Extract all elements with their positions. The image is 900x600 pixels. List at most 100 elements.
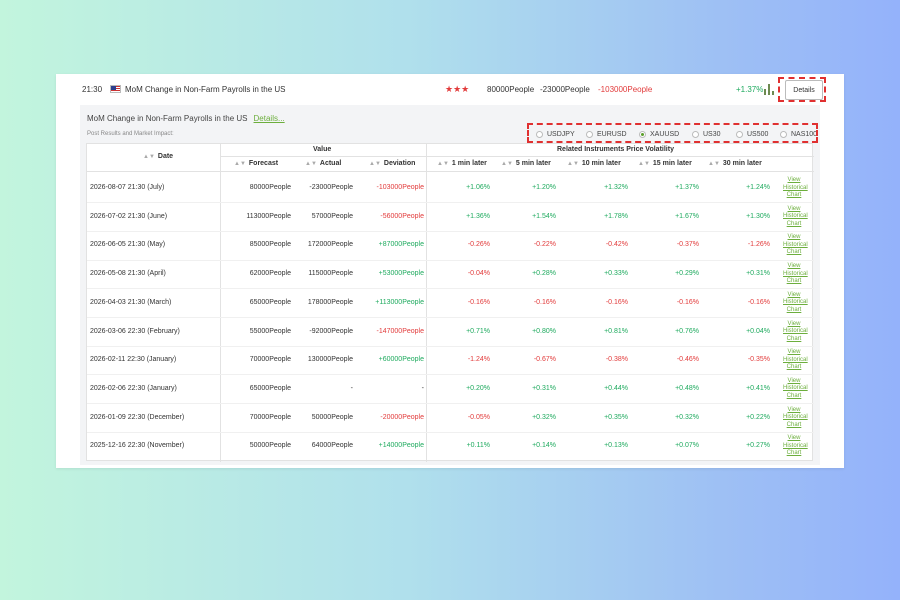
- view-historical-chart-link[interactable]: View Historical Chart: [783, 435, 808, 458]
- header-deviation[interactable]: ▲▼ Deviation: [369, 160, 415, 167]
- cell-date: 2026-03-06 22:30 (February): [90, 327, 180, 335]
- table-row: 2025-12-16 22:30 (November) 50000People 64…: [87, 432, 814, 460]
- view-historical-chart-link[interactable]: View Historical Chart: [783, 234, 808, 257]
- table-row: 2026-05-08 21:30 (April) 62000People 11500…: [87, 260, 814, 290]
- table-row: 2026-08-07 21:30 (July) 80000People -23000…: [87, 174, 814, 204]
- history-table: ▲▼ Date Value Related Instruments Price V…: [86, 143, 814, 462]
- view-historical-chart-link[interactable]: View Historical Chart: [783, 177, 808, 200]
- cell-10min: +0.35%: [604, 413, 628, 421]
- cell-10min: +0.13%: [604, 442, 628, 450]
- view-link-line: Chart: [786, 450, 802, 457]
- view-link-line: View: [787, 234, 801, 241]
- header-divider: [87, 171, 814, 172]
- cell-1min: -1.24%: [467, 356, 490, 364]
- event-forecast: 80000People: [487, 85, 535, 94]
- cell-5min: +1.54%: [532, 212, 556, 220]
- cell-30min: +1.30%: [746, 212, 770, 220]
- header-1min[interactable]: ▲▼ 1 min later: [437, 160, 487, 167]
- view-link-line: Historical: [783, 442, 808, 449]
- cell-15min: -0.46%: [676, 356, 699, 364]
- details-highlight-box: [778, 77, 826, 102]
- view-link-line: View: [787, 205, 801, 212]
- us-flag-icon: [110, 85, 121, 93]
- cell-actual: 130000People: [307, 356, 353, 364]
- event-summary-row[interactable]: 21:30 MoM Change in Non-Farm Payrolls in…: [56, 74, 844, 104]
- header-5min[interactable]: ▲▼ 5 min later: [501, 160, 551, 167]
- view-link-line: View: [787, 406, 801, 413]
- bar-chart-icon[interactable]: [764, 83, 774, 95]
- header-15min[interactable]: ▲▼ 15 min later: [638, 160, 692, 167]
- cell-deviation: +87000People: [378, 241, 424, 249]
- view-link-line: View: [787, 177, 801, 183]
- cell-actual: 50000People: [311, 413, 353, 421]
- cell-15min: +0.07%: [675, 442, 699, 450]
- view-link-line: View: [787, 291, 801, 298]
- view-link-line: Historical: [783, 356, 808, 363]
- view-historical-chart-link[interactable]: View Historical Chart: [783, 349, 808, 372]
- cell-5min: +0.80%: [532, 327, 556, 335]
- view-link-line: View: [787, 435, 801, 442]
- cell-actual: 115000People: [308, 270, 353, 278]
- cell-date: 2026-06-05 21:30 (May): [90, 241, 166, 249]
- view-historical-chart-link[interactable]: View Historical Chart: [783, 205, 808, 229]
- sort-icon: ▲▼: [305, 161, 317, 167]
- header-10min-label: 10 min later: [581, 160, 621, 167]
- cell-date: 2026-01-09 22:30 (December): [90, 413, 185, 421]
- view-historical-chart-link[interactable]: View Historical Chart: [783, 263, 808, 286]
- table-row: 2026-01-09 22:30 (December) 70000People 50…: [87, 404, 814, 433]
- cell-15min: +0.29%: [675, 270, 699, 278]
- cell-10min: -0.42%: [605, 241, 628, 249]
- cell-10min: +1.78%: [604, 212, 628, 220]
- panel-title: MoM Change in Non-Farm Payrolls in the U…: [87, 114, 248, 123]
- header-forecast-label: Forecast: [248, 160, 279, 167]
- cell-deviation: -56000People: [380, 212, 424, 220]
- table-row: 2026-07-02 21:30 (June) 113000People 57000…: [87, 203, 814, 232]
- view-link-line: Chart: [786, 220, 802, 227]
- event-price-change: +1.37%: [736, 85, 764, 94]
- sort-icon: ▲▼: [638, 161, 650, 167]
- view-link-line: Chart: [786, 306, 802, 313]
- panel-subtitle: Post Results and Market Impact:: [87, 131, 174, 137]
- header-forecast[interactable]: ▲▼ Forecast: [234, 160, 278, 167]
- panel-details-link[interactable]: Details...: [254, 114, 285, 123]
- cell-1min: -0.26%: [467, 241, 490, 249]
- view-historical-chart-link[interactable]: View Historical Chart: [783, 321, 808, 344]
- header-30min-label: 30 min later: [722, 160, 762, 167]
- table-row: 2026-03-06 22:30 (February) 55000People -9…: [87, 318, 814, 347]
- cell-10min: +0.81%: [604, 327, 628, 335]
- sort-icon: ▲▼: [567, 161, 579, 167]
- cell-1min: +0.11%: [466, 442, 490, 450]
- cell-1min: +0.20%: [466, 384, 490, 392]
- cell-forecast: 85000People: [249, 241, 291, 249]
- cell-5min: -0.67%: [533, 356, 556, 364]
- cell-date: 2026-07-02 21:30 (June): [90, 212, 168, 220]
- header-10min[interactable]: ▲▼ 10 min later: [567, 160, 621, 167]
- cell-5min: +0.32%: [532, 413, 556, 421]
- cell-30min: +0.27%: [746, 442, 770, 450]
- view-historical-chart-link[interactable]: View Historical Chart: [783, 378, 808, 401]
- event-actual: -23000People: [540, 85, 590, 94]
- cell-30min: -0.35%: [747, 356, 770, 364]
- cell-forecast: 113000People: [246, 212, 291, 220]
- cell-15min: +0.48%: [675, 384, 699, 392]
- cell-5min: +1.20%: [532, 184, 556, 191]
- cell-deviation: +60000People: [378, 356, 424, 364]
- cell-actual: 64000People: [311, 442, 353, 450]
- cell-forecast: 55000People: [249, 327, 291, 335]
- importance-stars: ★★★: [445, 84, 470, 94]
- view-link-line: Historical: [783, 414, 808, 421]
- view-historical-chart-link[interactable]: View Historical Chart: [783, 291, 808, 315]
- header-deviation-label: Deviation: [383, 160, 416, 167]
- cell-30min: +0.22%: [746, 413, 770, 421]
- table-row: 2026-04-03 21:30 (March) 65000People 17800…: [87, 289, 814, 318]
- view-historical-chart-link[interactable]: View Historical Chart: [783, 406, 808, 430]
- cell-10min: +0.33%: [604, 270, 628, 278]
- header-actual[interactable]: ▲▼ Actual: [305, 160, 341, 167]
- cell-actual: -92000People: [309, 327, 353, 335]
- cell-forecast: 65000People: [249, 298, 291, 306]
- header-date[interactable]: ▲▼ Date: [143, 153, 173, 160]
- cell-30min: +0.04%: [746, 327, 770, 335]
- event-deviation: -103000People: [598, 85, 653, 94]
- header-30min[interactable]: ▲▼ 30 min later: [708, 160, 762, 167]
- header-15min-label: 15 min later: [652, 160, 692, 167]
